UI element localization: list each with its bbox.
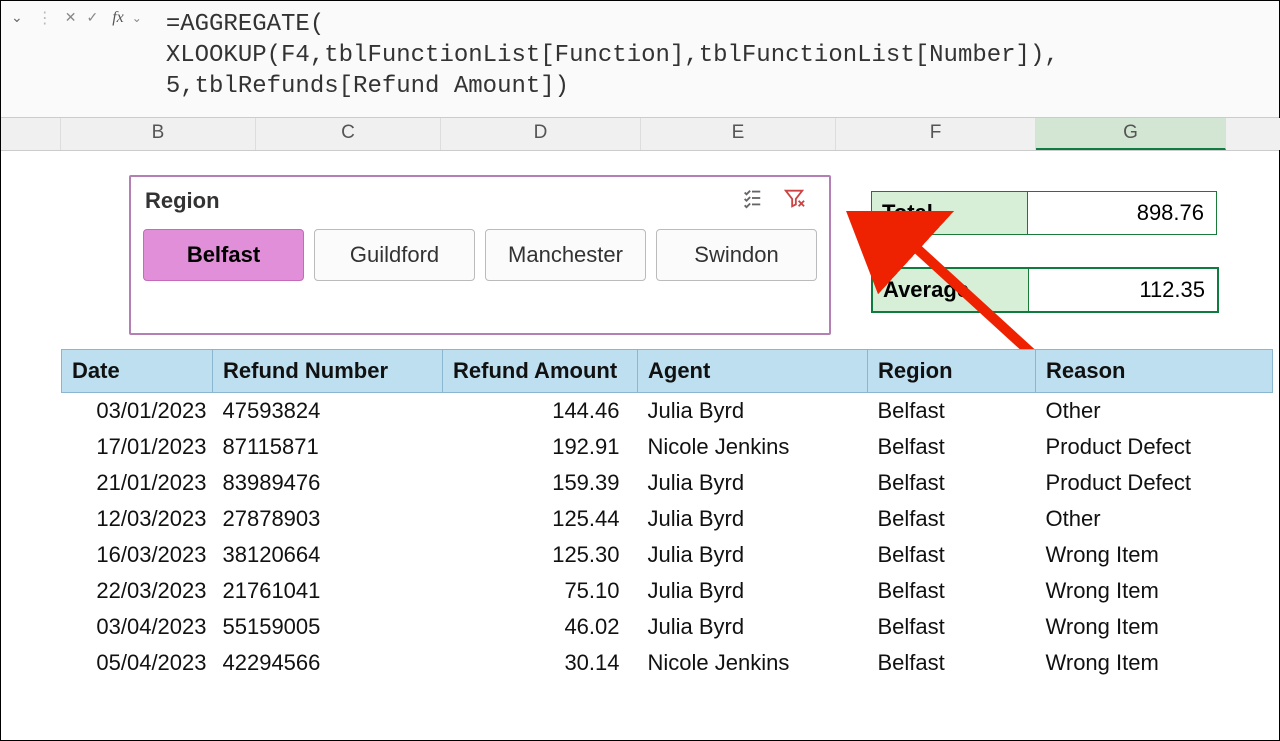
namebox-dropdown[interactable]: ⌄ — [7, 7, 27, 28]
region-slicer[interactable]: Region Belfast Guildford Manchester Swin… — [129, 175, 831, 335]
formula-input[interactable]: =AGGREGATE( XLOOKUP(F4,tblFunctionList[F… — [156, 3, 1279, 113]
cell-region[interactable]: Belfast — [868, 537, 1036, 573]
average-summary: Average 112.35 — [871, 267, 1219, 313]
col-header-g[interactable]: G — [1036, 118, 1226, 150]
cell-reason[interactable]: Wrong Item — [1036, 645, 1273, 681]
table-row[interactable]: 22/03/20232176104175.10Julia ByrdBelfast… — [62, 573, 1273, 609]
cell-reason[interactable]: Product Defect — [1036, 429, 1273, 465]
table-row[interactable]: 16/03/202338120664125.30Julia ByrdBelfas… — [62, 537, 1273, 573]
cell-amount[interactable]: 144.46 — [443, 392, 638, 429]
col-header-c[interactable]: C — [256, 118, 441, 150]
cell-region[interactable]: Belfast — [868, 501, 1036, 537]
total-summary: Total 898.76 — [871, 191, 1217, 235]
cell-agent[interactable]: Julia Byrd — [638, 392, 868, 429]
cell-reason[interactable]: Product Defect — [1036, 465, 1273, 501]
th-region[interactable]: Region — [868, 349, 1036, 392]
table-row[interactable]: 03/04/20235515900546.02Julia ByrdBelfast… — [62, 609, 1273, 645]
cell-date[interactable]: 17/01/2023 — [62, 429, 213, 465]
multi-select-icon[interactable] — [731, 187, 773, 215]
th-date[interactable]: Date — [62, 349, 213, 392]
average-label-cell[interactable]: Average — [873, 269, 1029, 311]
cell-refnum[interactable]: 38120664 — [213, 537, 443, 573]
cell-region[interactable]: Belfast — [868, 573, 1036, 609]
cell-agent[interactable]: Julia Byrd — [638, 465, 868, 501]
table-row[interactable]: 21/01/202383989476159.39Julia ByrdBelfas… — [62, 465, 1273, 501]
column-headers: B C D E F G — [1, 118, 1279, 151]
cell-reason[interactable]: Wrong Item — [1036, 573, 1273, 609]
cell-region[interactable]: Belfast — [868, 609, 1036, 645]
cell-reason[interactable]: Wrong Item — [1036, 609, 1273, 645]
cell-date[interactable]: 05/04/2023 — [62, 645, 213, 681]
fx-icon[interactable]: fx — [106, 9, 126, 27]
col-header-f[interactable]: F — [836, 118, 1036, 150]
cell-region[interactable]: Belfast — [868, 645, 1036, 681]
cell-agent[interactable]: Julia Byrd — [638, 609, 868, 645]
cell-refnum[interactable]: 55159005 — [213, 609, 443, 645]
th-amount[interactable]: Refund Amount — [443, 349, 638, 392]
slicer-title: Region — [145, 188, 731, 214]
cell-amount[interactable]: 159.39 — [443, 465, 638, 501]
col-header-blank[interactable] — [1, 118, 61, 150]
th-agent[interactable]: Agent — [638, 349, 868, 392]
cell-region[interactable]: Belfast — [868, 429, 1036, 465]
total-label-cell[interactable]: Total — [872, 192, 1028, 234]
slicer-btn-guildford[interactable]: Guildford — [314, 229, 475, 281]
cell-amount[interactable]: 75.10 — [443, 573, 638, 609]
col-header-blank2[interactable] — [1226, 118, 1280, 150]
cell-date[interactable]: 21/01/2023 — [62, 465, 213, 501]
cell-date[interactable]: 03/04/2023 — [62, 609, 213, 645]
th-refnum[interactable]: Refund Number — [213, 349, 443, 392]
slicer-btn-swindon[interactable]: Swindon — [656, 229, 817, 281]
cell-refnum[interactable]: 87115871 — [213, 429, 443, 465]
cell-refnum[interactable]: 27878903 — [213, 501, 443, 537]
cell-agent[interactable]: Julia Byrd — [638, 573, 868, 609]
cell-reason[interactable]: Other — [1036, 501, 1273, 537]
table-row[interactable]: 05/04/20234229456630.14Nicole JenkinsBel… — [62, 645, 1273, 681]
table-row[interactable]: 17/01/202387115871192.91Nicole JenkinsBe… — [62, 429, 1273, 465]
cell-region[interactable]: Belfast — [868, 392, 1036, 429]
cell-amount[interactable]: 30.14 — [443, 645, 638, 681]
cell-date[interactable]: 12/03/2023 — [62, 501, 213, 537]
cell-reason[interactable]: Other — [1036, 392, 1273, 429]
separator: ⋮ — [33, 8, 57, 28]
table-row[interactable]: 03/01/202347593824144.46Julia ByrdBelfas… — [62, 392, 1273, 429]
th-reason[interactable]: Reason — [1036, 349, 1273, 392]
formula-line-3: 5,tblRefunds[Refund Amount]) — [166, 73, 569, 100]
cell-amount[interactable]: 125.44 — [443, 501, 638, 537]
table-row[interactable]: 12/03/202327878903125.44Julia ByrdBelfas… — [62, 501, 1273, 537]
formula-bar: ⌄ ⋮ ✕ ✓ fx ⌄ =AGGREGATE( XLOOKUP(F4,tblF… — [1, 1, 1279, 118]
formula-line-2: XLOOKUP(F4,tblFunctionList[Function],tbl… — [166, 42, 1059, 69]
worksheet-grid[interactable]: Region Belfast Guildford Manchester Swin… — [1, 151, 1279, 175]
cell-refnum[interactable]: 47593824 — [213, 392, 443, 429]
cell-date[interactable]: 16/03/2023 — [62, 537, 213, 573]
formula-line-1: =AGGREGATE( — [166, 11, 324, 38]
cell-refnum[interactable]: 42294566 — [213, 645, 443, 681]
average-value-cell[interactable]: 112.35 — [1029, 269, 1217, 311]
cell-refnum[interactable]: 21761041 — [213, 573, 443, 609]
cancel-icon[interactable]: ✕ — [63, 9, 79, 26]
col-header-b[interactable]: B — [61, 118, 256, 150]
namebox-controls: ⌄ ⋮ ✕ ✓ fx ⌄ — [1, 3, 156, 32]
cell-region[interactable]: Belfast — [868, 465, 1036, 501]
fx-dropdown-icon[interactable]: ⌄ — [132, 11, 150, 25]
cell-agent[interactable]: Nicole Jenkins — [638, 429, 868, 465]
cell-agent[interactable]: Julia Byrd — [638, 537, 868, 573]
slicer-btn-belfast[interactable]: Belfast — [143, 229, 304, 281]
cell-amount[interactable]: 125.30 — [443, 537, 638, 573]
cell-refnum[interactable]: 83989476 — [213, 465, 443, 501]
cell-date[interactable]: 03/01/2023 — [62, 392, 213, 429]
cell-reason[interactable]: Wrong Item — [1036, 537, 1273, 573]
cell-amount[interactable]: 192.91 — [443, 429, 638, 465]
col-header-e[interactable]: E — [641, 118, 836, 150]
slicer-btn-manchester[interactable]: Manchester — [485, 229, 646, 281]
cell-agent[interactable]: Julia Byrd — [638, 501, 868, 537]
col-header-d[interactable]: D — [441, 118, 641, 150]
cell-amount[interactable]: 46.02 — [443, 609, 638, 645]
cell-date[interactable]: 22/03/2023 — [62, 573, 213, 609]
accept-icon[interactable]: ✓ — [84, 9, 100, 26]
cell-agent[interactable]: Nicole Jenkins — [638, 645, 868, 681]
refunds-table: Date Refund Number Refund Amount Agent R… — [61, 349, 1273, 681]
clear-filter-icon[interactable] — [773, 187, 815, 215]
total-value-cell[interactable]: 898.76 — [1028, 192, 1216, 234]
